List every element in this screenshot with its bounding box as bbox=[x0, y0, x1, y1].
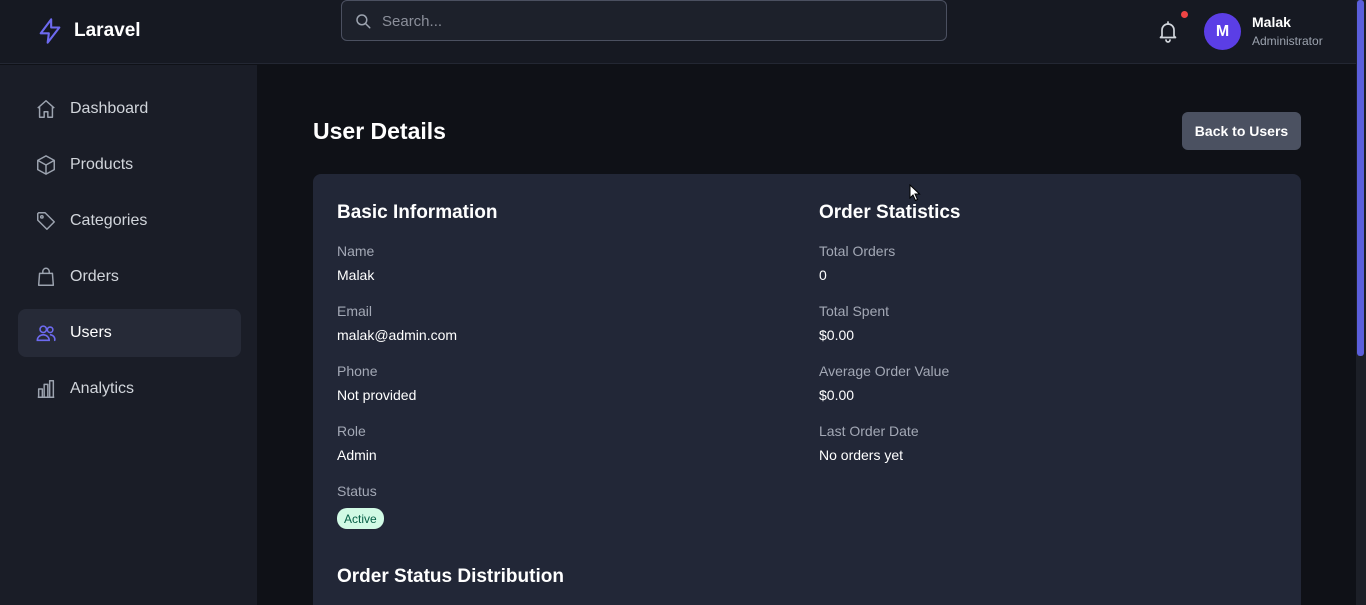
scrollbar-thumb[interactable] bbox=[1357, 0, 1364, 356]
sidebar-item-label: Orders bbox=[70, 268, 119, 285]
search-bar[interactable] bbox=[341, 0, 947, 41]
status-label: Status bbox=[337, 483, 377, 499]
sidebar-item-label: Analytics bbox=[70, 380, 135, 397]
status-badge: Active bbox=[337, 508, 384, 529]
role-value: Admin bbox=[337, 447, 377, 463]
sidebar-item-label: Dashboard bbox=[70, 100, 149, 117]
email-label: Email bbox=[337, 303, 373, 319]
order-status-distribution-title: Order Status Distribution bbox=[337, 566, 564, 587]
name-label: Name bbox=[337, 243, 375, 259]
user-role: Administrator bbox=[1252, 34, 1323, 48]
shopping-bag-icon bbox=[37, 267, 55, 286]
brand-name: Laravel bbox=[74, 20, 141, 41]
sidebar-item-orders[interactable]: Orders bbox=[18, 253, 241, 301]
role-label: Role bbox=[337, 423, 366, 439]
sidebar-item-label: Categories bbox=[70, 212, 148, 229]
phone-value: Not provided bbox=[337, 387, 417, 403]
brand[interactable]: Laravel bbox=[36, 17, 141, 45]
search-icon bbox=[356, 14, 371, 29]
sidebar-item-label: Users bbox=[70, 324, 112, 341]
chart-bar-icon bbox=[37, 380, 55, 398]
order-statistics-title: Order Statistics bbox=[819, 202, 961, 223]
sidebar: Dashboard Products Categories Orders Use… bbox=[0, 65, 257, 605]
sidebar-item-analytics[interactable]: Analytics bbox=[18, 365, 241, 413]
average-order-value-label: Average Order Value bbox=[819, 363, 950, 379]
home-icon bbox=[37, 100, 55, 118]
sidebar-item-users[interactable]: Users bbox=[18, 309, 241, 357]
top-bar: Laravel M Malak Administrator bbox=[0, 0, 1356, 64]
sidebar-item-products[interactable]: Products bbox=[18, 141, 241, 189]
last-order-date-label: Last Order Date bbox=[819, 423, 919, 439]
total-spent-value: $0.00 bbox=[819, 327, 855, 343]
search-input[interactable] bbox=[382, 7, 932, 35]
tag-icon bbox=[37, 212, 55, 230]
sidebar-item-label: Products bbox=[70, 156, 134, 173]
email-value: malak@admin.com bbox=[337, 327, 458, 343]
total-orders-value: 0 bbox=[819, 267, 827, 283]
page-title: User Details bbox=[313, 118, 446, 144]
bell-icon[interactable] bbox=[1156, 19, 1180, 43]
name-value: Malak bbox=[337, 267, 375, 283]
last-order-date-value: No orders yet bbox=[819, 447, 904, 463]
total-spent-label: Total Spent bbox=[819, 303, 890, 319]
mouse-cursor-icon bbox=[909, 184, 921, 202]
cube-icon bbox=[37, 155, 55, 175]
user-details-card: Basic Information Name Malak Email malak… bbox=[313, 174, 1301, 605]
users-icon bbox=[36, 325, 56, 342]
avatar[interactable]: M bbox=[1204, 13, 1241, 50]
phone-label: Phone bbox=[337, 363, 378, 379]
basic-information-title: Basic Information bbox=[337, 202, 498, 223]
sidebar-item-categories[interactable]: Categories bbox=[18, 197, 241, 245]
total-orders-label: Total Orders bbox=[819, 243, 896, 259]
sidebar-item-dashboard[interactable]: Dashboard bbox=[18, 85, 241, 133]
user-name[interactable]: Malak bbox=[1252, 14, 1291, 30]
average-order-value: $0.00 bbox=[819, 387, 855, 403]
notification-dot bbox=[1181, 11, 1188, 18]
bolt-icon bbox=[39, 18, 61, 44]
back-to-users-button[interactable]: Back to Users bbox=[1182, 112, 1301, 150]
